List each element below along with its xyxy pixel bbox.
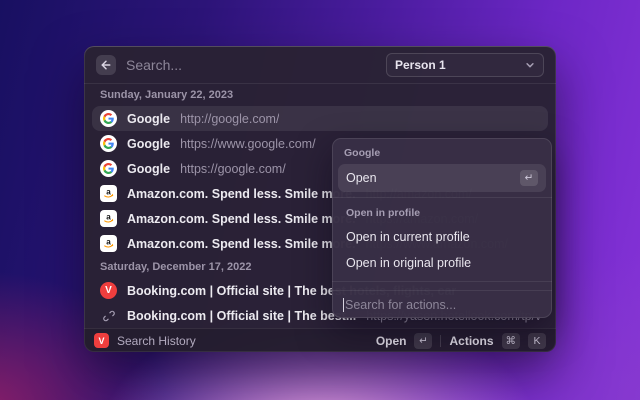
search-input[interactable] bbox=[126, 57, 376, 73]
row-title: Google bbox=[127, 112, 170, 126]
google-favicon bbox=[100, 160, 117, 177]
menu-item-label: Open in original profile bbox=[346, 256, 538, 270]
statusbar-divider bbox=[440, 335, 441, 347]
actions-search-placeholder: Search for actions... bbox=[345, 298, 456, 312]
row-title: Booking.com | Official site | The best..… bbox=[127, 309, 356, 323]
extension-name: Search History bbox=[117, 334, 368, 348]
profile-dropdown[interactable]: Person 1 bbox=[386, 53, 544, 77]
top-bar: Person 1 bbox=[84, 46, 556, 84]
svg-text:a: a bbox=[106, 188, 111, 197]
row-url: https://www.google.com/ bbox=[180, 137, 315, 151]
chevron-down-icon bbox=[525, 60, 535, 70]
row-url: http://google.com/ bbox=[180, 112, 279, 126]
launcher-window: Person 1 Sunday, January 22, 2023 Google… bbox=[84, 46, 556, 352]
k-key-badge: K bbox=[528, 333, 546, 349]
menu-item-open[interactable]: Open ↵ bbox=[338, 164, 546, 192]
google-favicon bbox=[100, 135, 117, 152]
cmd-key-badge: ⌘ bbox=[502, 333, 521, 349]
vivaldi-app-icon: V bbox=[94, 333, 109, 348]
menu-context-title: Google bbox=[338, 143, 546, 164]
open-action-label[interactable]: Open bbox=[376, 334, 407, 348]
actions-button[interactable]: Actions bbox=[449, 334, 493, 348]
amazon-favicon: a bbox=[100, 210, 117, 227]
history-row[interactable]: Google http://google.com/ bbox=[92, 106, 548, 131]
menu-divider bbox=[332, 197, 552, 198]
row-title: Google bbox=[127, 162, 170, 176]
actions-menu-list: Google Open ↵ Open in profile Open in cu… bbox=[332, 138, 552, 290]
row-title: Amazon.com. Spend less. Smile more. bbox=[127, 212, 356, 226]
enter-key-badge: ↵ bbox=[414, 333, 432, 349]
menu-section-title: Open in profile bbox=[338, 203, 546, 224]
amazon-favicon: a bbox=[100, 235, 117, 252]
broken-link-icon bbox=[100, 307, 117, 324]
row-url: https://google.com/ bbox=[180, 162, 286, 176]
text-cursor bbox=[343, 298, 344, 312]
row-title: Amazon.com. Spend less. Smile more. bbox=[127, 237, 356, 251]
menu-divider bbox=[332, 281, 552, 282]
svg-text:a: a bbox=[106, 213, 111, 222]
menu-item-open-original-profile[interactable]: Open in original profile bbox=[338, 250, 546, 276]
menu-item-label: Open in current profile bbox=[346, 230, 538, 244]
row-title: Google bbox=[127, 137, 170, 151]
menu-item-label: Open bbox=[346, 171, 512, 185]
actions-menu: Google Open ↵ Open in profile Open in cu… bbox=[332, 138, 552, 318]
date-header: Sunday, January 22, 2023 bbox=[92, 84, 548, 106]
enter-key-badge: ↵ bbox=[520, 170, 538, 186]
svg-text:a: a bbox=[106, 238, 111, 247]
amazon-favicon: a bbox=[100, 185, 117, 202]
arrow-left-icon bbox=[100, 59, 112, 71]
row-title: Amazon.com. Spend less. Smile more. bbox=[127, 187, 356, 201]
actions-search-input[interactable]: Search for actions... bbox=[332, 290, 552, 318]
back-button[interactable] bbox=[96, 55, 116, 75]
google-favicon bbox=[100, 110, 117, 127]
profile-dropdown-value: Person 1 bbox=[395, 58, 519, 72]
vivaldi-favicon: V bbox=[100, 282, 117, 299]
menu-item-open-current-profile[interactable]: Open in current profile bbox=[338, 224, 546, 250]
status-bar: V Search History Open ↵ Actions ⌘ K bbox=[84, 328, 556, 352]
